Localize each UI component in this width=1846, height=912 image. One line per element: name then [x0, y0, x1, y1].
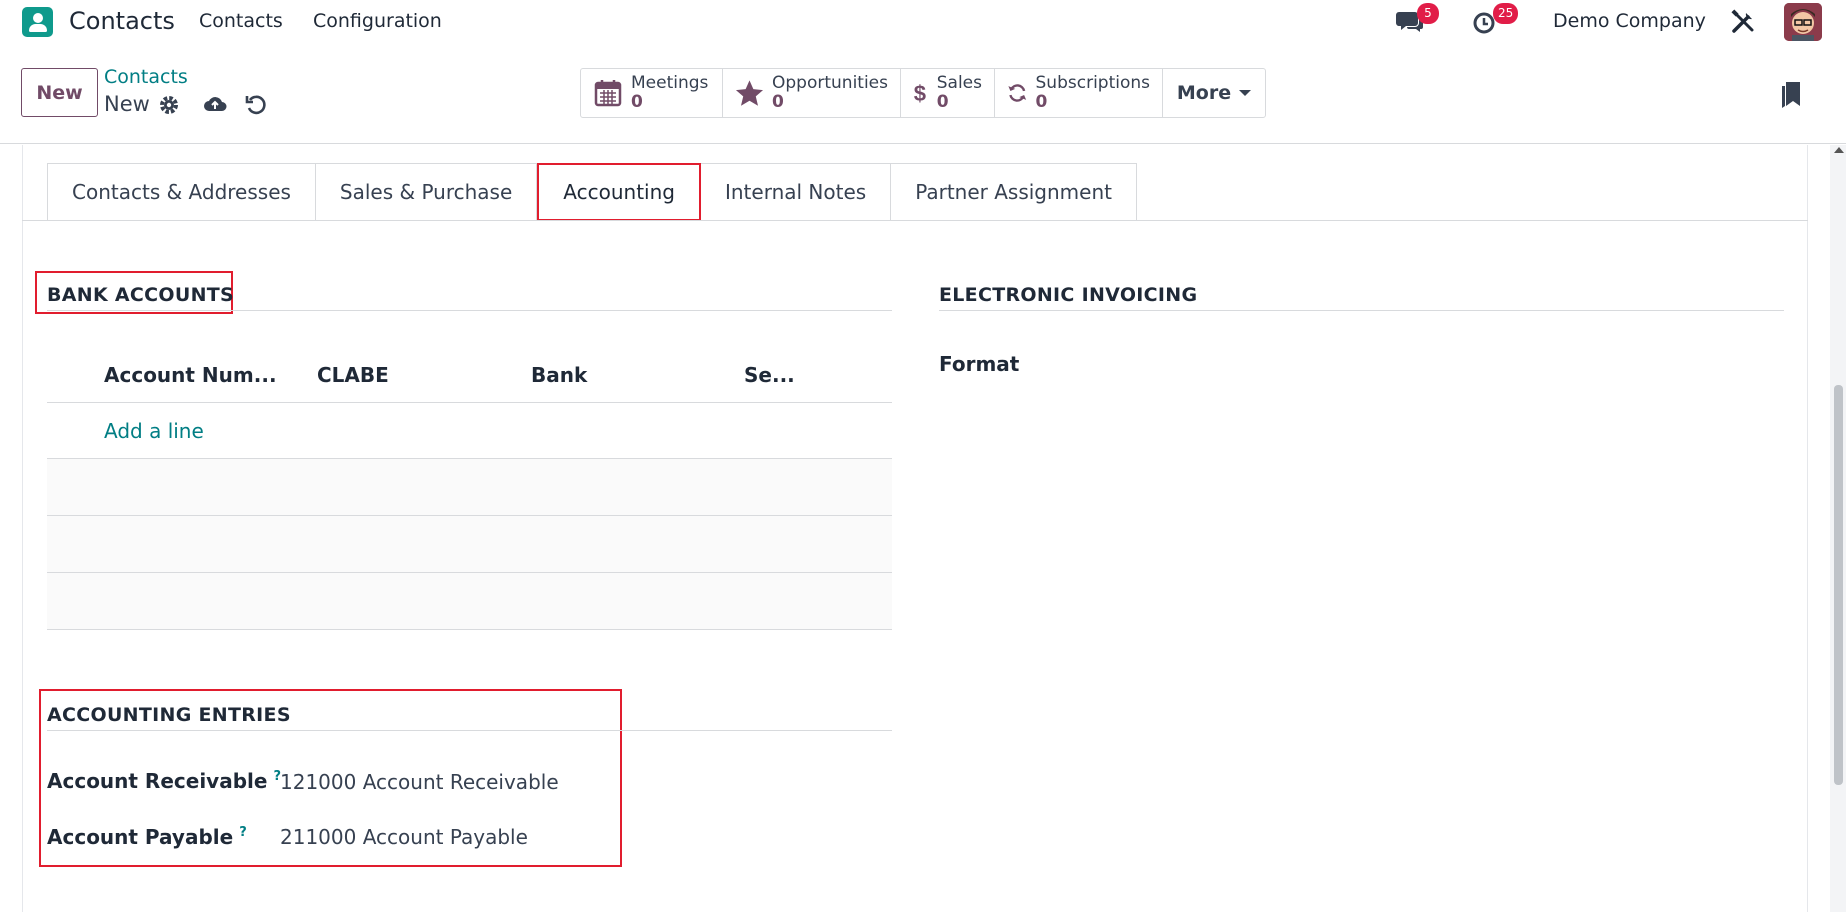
meetings-smart-button[interactable]: Meetings 0: [581, 69, 723, 117]
control-panel: New Contacts New Meetings 0 Opportunitie…: [0, 44, 1846, 144]
menu-contacts[interactable]: Contacts: [199, 10, 283, 32]
more-label: More: [1176, 82, 1232, 104]
opportunities-label: Opportunities: [772, 73, 888, 93]
svg-text:$: $: [914, 81, 926, 106]
company-switcher[interactable]: Demo Company: [1553, 10, 1706, 32]
messages-button[interactable]: 5: [1395, 3, 1439, 36]
tab-contacts-addresses[interactable]: Contacts & Addresses: [47, 163, 316, 221]
scroll-up-arrow-icon[interactable]: [1834, 147, 1844, 153]
scrollbar-thumb[interactable]: [1834, 385, 1843, 785]
user-portrait-icon: [1784, 3, 1822, 41]
wrench-screwdriver-icon: [1731, 9, 1754, 33]
sales-count: 0: [936, 92, 949, 112]
subscriptions-smart-button[interactable]: Subscriptions 0: [995, 69, 1163, 117]
empty-table-row: [47, 573, 892, 629]
empty-table-row: [47, 516, 892, 572]
electronic-invoicing-rule: [939, 310, 1784, 311]
vertical-scrollbar[interactable]: [1830, 145, 1846, 912]
activities-button[interactable]: 25: [1471, 3, 1519, 36]
calendar-icon: [594, 80, 622, 107]
knowledge-button[interactable]: [1780, 80, 1802, 110]
contacts-app: Contacts Contacts Configuration 5 25 Dem…: [0, 0, 1846, 912]
sales-smart-button[interactable]: $ Sales 0: [901, 69, 995, 117]
top-navbar: Contacts Contacts Configuration 5 25 Dem…: [0, 0, 1846, 44]
col-send-money[interactable]: Se...: [744, 363, 795, 387]
add-a-line-link[interactable]: Add a line: [104, 419, 204, 443]
cloud-upload-icon: [204, 97, 227, 111]
activities-badge: 25: [1493, 3, 1519, 24]
accounting-entries-title: ACCOUNTING ENTRIES: [47, 704, 291, 726]
sales-label: Sales: [936, 73, 982, 93]
electronic-invoicing-title: ELECTRONIC INVOICING: [939, 284, 1198, 306]
messages-badge: 5: [1417, 3, 1439, 24]
tab-divider: [22, 220, 1808, 221]
user-avatar[interactable]: [1784, 3, 1822, 41]
form-content: Contacts & Addresses Sales & Purchase Ac…: [0, 145, 1846, 912]
account-receivable-label-text: Account Receivable: [47, 769, 268, 793]
bank-accounts-title: BANK ACCOUNTS: [47, 284, 235, 306]
account-receivable-field[interactable]: 121000 Account Receivable: [280, 770, 559, 794]
notebook-tabs: Contacts & Addresses Sales & Purchase Ac…: [47, 163, 1137, 221]
contacts-app-icon[interactable]: [19, 7, 53, 40]
opportunities-smart-button[interactable]: Opportunities 0: [723, 69, 901, 117]
col-account-number[interactable]: Account Num...: [104, 363, 277, 387]
bookmark-icon: [1782, 82, 1800, 108]
accounting-entries-rule: [47, 730, 892, 731]
account-payable-label-text: Account Payable: [47, 825, 234, 849]
undo-icon: [245, 95, 266, 115]
breadcrumb-contacts-link[interactable]: Contacts: [104, 66, 188, 88]
table-header-rule: [47, 402, 892, 403]
bank-accounts-rule: [47, 310, 892, 311]
opportunities-count: 0: [772, 92, 784, 112]
refresh-icon: [1008, 84, 1027, 102]
tab-sales-purchase[interactable]: Sales & Purchase: [315, 163, 538, 221]
tab-accounting[interactable]: Accounting: [537, 163, 701, 221]
meetings-label: Meetings: [631, 73, 709, 93]
gear-icon: [160, 96, 178, 114]
tab-partner-assignment[interactable]: Partner Assignment: [891, 163, 1137, 221]
more-dropdown-button[interactable]: More: [1163, 69, 1265, 117]
smart-buttons: Meetings 0 Opportunities 0 $ Sales 0 Sub…: [580, 68, 1266, 118]
caret-down-icon: [1239, 90, 1252, 96]
discard-changes-button[interactable]: [244, 92, 268, 116]
dollar-icon: $: [914, 81, 926, 106]
empty-table-row: [47, 459, 892, 515]
subscriptions-label: Subscriptions: [1035, 73, 1150, 93]
payable-help-icon[interactable]: ?: [239, 825, 247, 840]
actions-gear-button[interactable]: [158, 94, 180, 116]
meetings-count: 0: [631, 92, 643, 112]
breadcrumb-current: New: [104, 92, 150, 116]
subscriptions-count: 0: [1035, 92, 1048, 112]
new-button[interactable]: New: [21, 68, 98, 117]
table-row-rule: [47, 629, 892, 630]
account-receivable-label: Account Receivable?: [47, 769, 281, 793]
save-manually-button[interactable]: [202, 92, 228, 116]
app-name[interactable]: Contacts: [69, 7, 175, 35]
debug-tools-button[interactable]: [1730, 9, 1756, 35]
format-label: Format: [939, 352, 1020, 376]
star-icon: [735, 80, 764, 106]
col-clabe[interactable]: CLABE: [317, 363, 389, 387]
col-bank[interactable]: Bank: [531, 363, 587, 387]
menu-configuration[interactable]: Configuration: [313, 10, 442, 32]
account-payable-field[interactable]: 211000 Account Payable: [280, 825, 528, 849]
account-payable-label: Account Payable?: [47, 825, 247, 849]
tab-internal-notes[interactable]: Internal Notes: [700, 163, 892, 221]
